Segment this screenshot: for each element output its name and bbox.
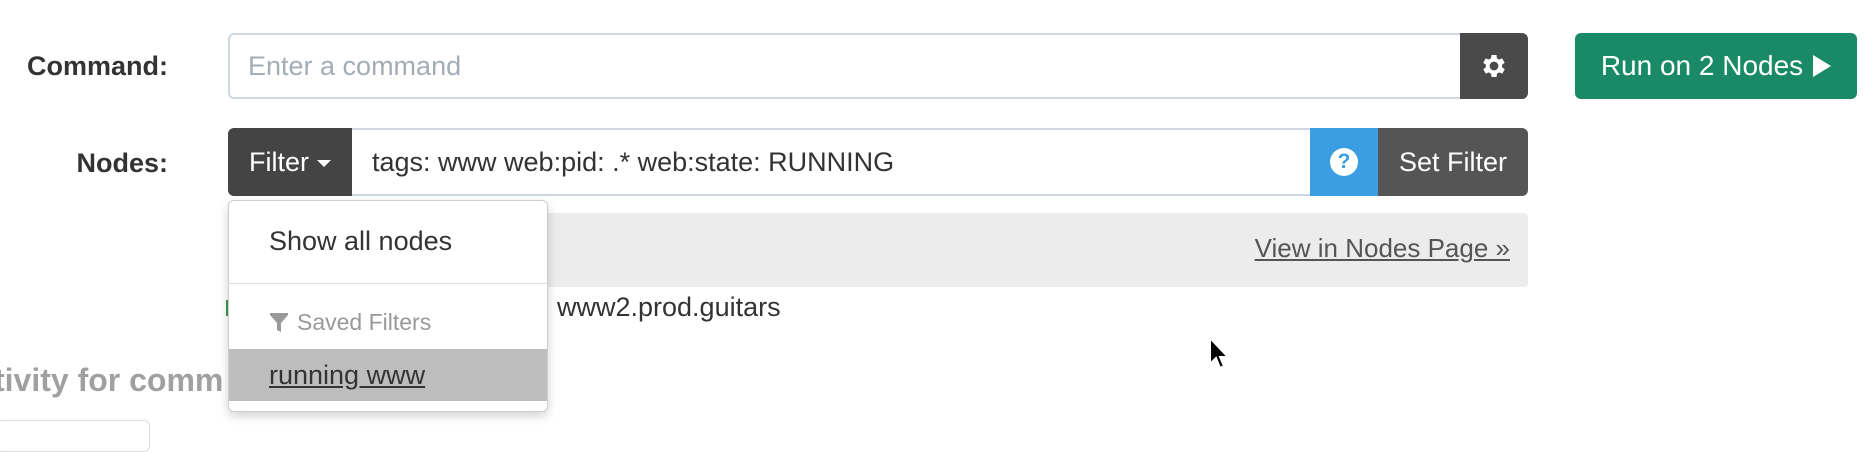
caret-down-icon (317, 160, 331, 167)
view-in-nodes-page-link[interactable]: View in Nodes Page » (1255, 233, 1510, 264)
matched-node-name[interactable]: www2.prod.guitars (557, 292, 781, 323)
question-icon: ? (1330, 148, 1358, 176)
filter-button-label: Filter (249, 146, 309, 177)
command-settings-button[interactable] (1460, 33, 1528, 99)
run-button-label: Run on 2 Nodes (1600, 50, 1804, 81)
mouse-cursor-icon (1209, 336, 1231, 370)
run-button[interactable]: Run on 2 Nodes (1575, 33, 1857, 99)
saved-filters-label: Saved Filters (297, 309, 432, 335)
command-input[interactable] (228, 33, 1460, 99)
activity-tab[interactable] (0, 420, 150, 452)
play-icon (1813, 55, 1832, 77)
command-label: Command: (27, 51, 168, 81)
filter-help-button[interactable]: ? (1310, 128, 1378, 196)
node-match-bar: View in Nodes Page » (546, 213, 1528, 287)
dropdown-divider (229, 283, 547, 284)
gear-icon (1483, 55, 1505, 77)
filter-dropdown-menu: Show all nodes Saved Filters running www (228, 200, 548, 412)
node-filter-input[interactable] (352, 128, 1310, 196)
set-filter-button[interactable]: Set Filter (1378, 128, 1528, 196)
saved-filter-item[interactable]: running www (229, 349, 547, 401)
filter-icon (270, 312, 288, 332)
saved-filters-header: Saved Filters (269, 309, 431, 336)
nodes-label: Nodes: (76, 148, 168, 178)
activity-heading: tivity for comm (0, 362, 224, 398)
filter-dropdown-button[interactable]: Filter (228, 128, 352, 196)
set-filter-label: Set Filter (1398, 146, 1508, 177)
show-all-nodes-item[interactable]: Show all nodes (229, 219, 547, 263)
